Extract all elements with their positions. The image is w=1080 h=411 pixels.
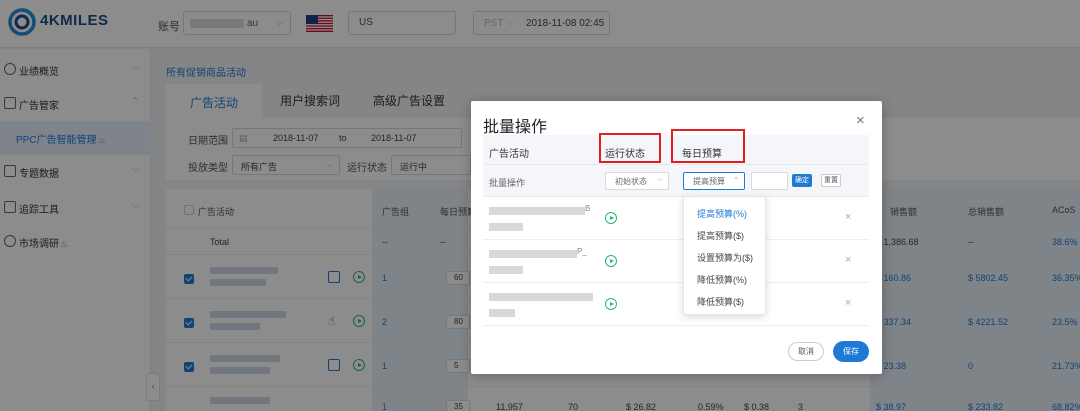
save-button[interactable]: 保存 (833, 341, 869, 362)
dropdown-option-increase-percent[interactable]: 提高预算(%) (697, 207, 747, 220)
chevron-down-icon: ⌵ (657, 176, 663, 183)
confirm-button[interactable]: 确定 (792, 174, 812, 187)
initial-status-select[interactable]: 初始状态 ⌵ (605, 172, 669, 190)
dropdown-option-decrease-amount[interactable]: 降低预算($) (697, 295, 744, 308)
campaign-name-redacted (489, 266, 523, 274)
bulk-operation-dialog: 批量操作 × 广告活动 运行状态 每日预算 批量操作 初始状态 ⌵ 提高预算 ⌃… (471, 101, 882, 374)
budget-action-dropdown: 提高预算(%) 提高预算($) 设置预算为($) 降低预算(%) 降低预算($) (683, 196, 766, 315)
campaign-name-redacted (489, 250, 577, 258)
campaign-suffix: B (585, 204, 591, 213)
remove-icon[interactable]: × (845, 254, 851, 266)
play-status-icon[interactable] (605, 212, 617, 224)
budget-action-select[interactable]: 提高预算 ⌃ (683, 172, 745, 190)
remove-icon[interactable]: × (845, 211, 851, 223)
dialog-list-item: P_ × (483, 240, 869, 283)
play-status-icon[interactable] (605, 255, 617, 267)
campaign-name-redacted (489, 309, 515, 317)
dropdown-option-decrease-percent[interactable]: 降低预算(%) (697, 273, 747, 286)
initial-status-value: 初始状态 (615, 177, 647, 186)
dialog-title: 批量操作 (483, 119, 548, 136)
campaign-suffix: P_ (577, 247, 587, 256)
play-status-icon[interactable] (605, 298, 617, 310)
budget-amount-input[interactable] (751, 172, 788, 190)
reset-button[interactable]: 重置 (821, 174, 841, 187)
chevron-up-icon: ⌃ (733, 177, 739, 184)
budget-action-value: 提高预算 (693, 177, 725, 186)
col-campaign: 广告活动 (489, 149, 529, 160)
campaign-name-redacted (489, 293, 593, 301)
highlight-box-budget (671, 129, 745, 163)
dropdown-option-set-budget[interactable]: 设置预算为($) (697, 251, 753, 264)
highlight-box-status (599, 133, 661, 163)
campaign-name-redacted (489, 223, 523, 231)
cancel-button[interactable]: 取消 (788, 342, 824, 361)
close-icon[interactable]: × (856, 112, 865, 129)
dialog-list-item: B × (483, 197, 869, 240)
bulk-action-label: 批量操作 (489, 178, 526, 188)
dialog-list-item: × (483, 283, 869, 326)
dropdown-option-increase-amount[interactable]: 提高预算($) (697, 229, 744, 242)
campaign-name-redacted (489, 207, 585, 215)
remove-icon[interactable]: × (845, 297, 851, 309)
